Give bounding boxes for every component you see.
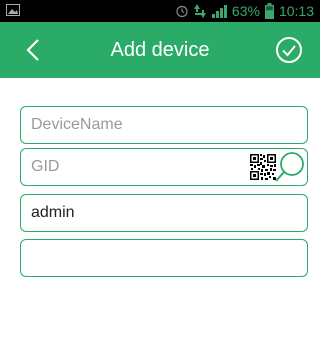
signal-icon <box>211 5 227 18</box>
clock: 10:13 <box>278 3 314 19</box>
password-field-container <box>20 239 308 277</box>
status-indicators: 63% 10:13 <box>170 2 314 20</box>
page-title: Add device <box>110 39 210 61</box>
check-circle-icon <box>276 37 302 63</box>
alarm-icon <box>176 5 188 18</box>
battery-icon <box>264 3 274 19</box>
username-field[interactable] <box>21 195 307 231</box>
username-field-container <box>20 194 308 232</box>
gid-field-container <box>20 148 308 186</box>
data-transfer-icon <box>193 4 206 18</box>
device-name-field-container <box>20 106 308 144</box>
status-bar: 63% 10:13 <box>0 0 320 22</box>
title-bar: Add device <box>0 22 320 78</box>
image-icon <box>6 4 20 16</box>
device-name-field[interactable] <box>21 107 307 143</box>
search-icon[interactable] <box>273 150 307 184</box>
password-field[interactable] <box>21 240 307 276</box>
confirm-button[interactable] <box>274 35 304 65</box>
battery-percent: 63% <box>231 3 260 19</box>
